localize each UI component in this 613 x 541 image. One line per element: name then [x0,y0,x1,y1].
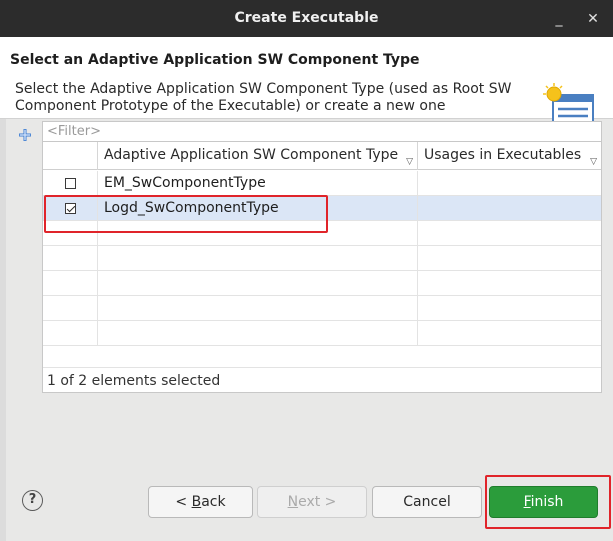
column-header-type-label: Adaptive Application SW Component Type [104,147,399,163]
empty-cell [43,296,98,321]
back-button[interactable]: < Back [148,486,253,518]
empty-cell [98,246,418,271]
row-type-name: Logd_SwComponentType [98,196,418,221]
window-title: Create Executable [234,10,379,26]
filter-input[interactable]: <Filter> [42,121,602,142]
empty-cell [98,321,418,346]
help-icon[interactable]: ? [22,490,43,511]
table-row[interactable]: EM_SwComponentType [43,171,601,196]
description-line-1: Select the Adaptive Application SW Compo… [15,81,512,97]
page-description: Select the Adaptive Application SW Compo… [15,81,535,115]
row-usages [418,171,601,196]
column-header-type[interactable]: Adaptive Application SW Component Type ▽ [98,142,418,170]
finish-mnemonic: F [523,494,531,510]
back-rest: ack [201,494,226,510]
back-mnemonic: B [191,494,202,510]
empty-cell [43,246,98,271]
filter-dropdown-icon[interactable]: ▽ [406,157,413,167]
table-header: Adaptive Application SW Component Type ▽… [43,142,601,170]
row-checkbox[interactable] [65,178,76,189]
finish-rest: inish [530,494,564,510]
column-header-usages[interactable]: Usages in Executables ▽ [418,142,601,170]
empty-cell [43,271,98,296]
empty-row [43,296,601,321]
next-mnemonic: N [287,494,299,510]
wizard-header: Select an Adaptive Application SW Compon… [0,37,613,134]
row-check-cell [43,196,98,221]
next-button[interactable]: Next > [257,486,367,518]
add-icon[interactable] [18,128,32,142]
minimize-button[interactable]: _ [550,10,568,28]
empty-cell [98,296,418,321]
empty-row [43,271,601,296]
page-title: Select an Adaptive Application SW Compon… [10,52,420,68]
empty-cell [98,271,418,296]
empty-row [43,221,601,246]
filter-dropdown-icon[interactable]: ▽ [590,157,597,167]
close-button[interactable]: ✕ [584,10,602,28]
row-usages [418,196,601,221]
component-type-table: Adaptive Application SW Component Type ▽… [42,142,602,393]
row-checkbox-checked[interactable] [65,203,76,214]
empty-row [43,321,601,346]
title-bar: Create Executable _ ✕ [0,0,613,37]
description-line-2: Component Prototype of the Executable) o… [15,98,446,114]
table-row[interactable]: Logd_SwComponentType [43,196,601,221]
cancel-button[interactable]: Cancel [372,486,482,518]
column-header-check[interactable] [43,142,98,170]
selection-status: 1 of 2 elements selected [43,367,601,392]
next-rest: ext > [298,494,337,510]
empty-cell [43,221,98,246]
column-header-usages-label: Usages in Executables [424,147,582,163]
empty-cell [98,221,418,246]
left-edge [0,119,6,541]
empty-cell [43,321,98,346]
finish-button[interactable]: Finish [489,486,598,518]
back-prefix: < [175,494,192,510]
row-check-cell [43,171,98,196]
row-type-name: EM_SwComponentType [98,171,418,196]
empty-row [43,246,601,271]
